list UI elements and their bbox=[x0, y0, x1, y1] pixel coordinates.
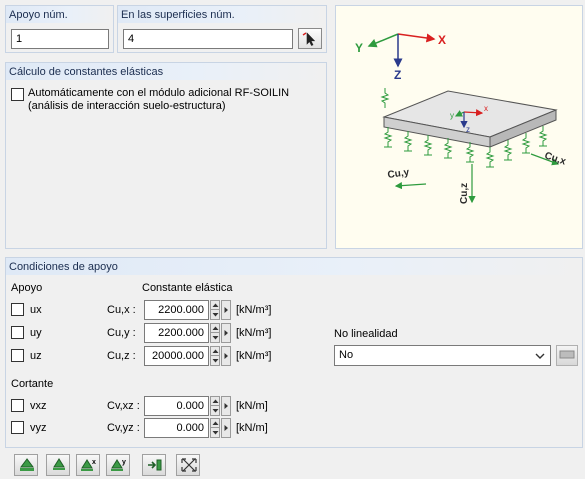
support-conditions-group: Condiciones de apoyo Apoyo Constante elá… bbox=[5, 257, 583, 448]
x-axis-arrow bbox=[397, 33, 436, 43]
arrow-right-icon bbox=[224, 425, 228, 431]
nonlinearity-label: No linealidad bbox=[334, 328, 398, 340]
arrow-right-icon bbox=[224, 307, 228, 313]
cuz-menu-button[interactable] bbox=[221, 346, 231, 366]
vyz-label: vyz bbox=[30, 422, 47, 434]
nonlinearity-select[interactable]: No bbox=[334, 345, 551, 366]
support-y-button[interactable]: y bbox=[106, 454, 130, 476]
uy-checkbox[interactable] bbox=[11, 326, 24, 339]
cuy-spinner[interactable] bbox=[210, 323, 220, 343]
support-no-field[interactable]: 1 bbox=[11, 29, 109, 49]
vyz-checkbox[interactable] bbox=[11, 421, 24, 434]
cuy-menu-button[interactable] bbox=[221, 323, 231, 343]
cuy-label: Cu,y bbox=[387, 167, 410, 181]
on-surfaces-label: En las superficies núm. bbox=[118, 6, 326, 23]
cvxz-spinner[interactable] bbox=[210, 396, 220, 416]
cux-label: Cu,x : bbox=[107, 304, 136, 316]
y-axis-label: Y bbox=[355, 41, 363, 55]
support-column-header: Apoyo bbox=[11, 282, 43, 294]
reset-button[interactable] bbox=[176, 454, 200, 476]
cux-spinner[interactable] bbox=[210, 300, 220, 320]
auto-soilin-checkbox[interactable] bbox=[11, 88, 24, 101]
surfaces-field[interactable]: 4 bbox=[123, 29, 293, 49]
support-no-label: Apoyo núm. bbox=[6, 6, 113, 23]
uy-label: uy bbox=[30, 327, 42, 339]
pick-surfaces-button[interactable] bbox=[298, 28, 322, 49]
nonlinearity-value: No bbox=[339, 349, 354, 361]
support-diagram: X Y Z x y z Cu,y Cu,x Cu,z bbox=[335, 5, 583, 249]
cvxz-unit: [kN/m] bbox=[236, 400, 268, 412]
cuz-label: Cu,z bbox=[459, 183, 470, 204]
shear-header: Cortante bbox=[11, 378, 54, 390]
import-arrow-icon bbox=[148, 459, 162, 471]
cvyz-label: Cv,yz : bbox=[107, 422, 140, 434]
cvyz-menu-button[interactable] bbox=[221, 418, 231, 438]
cux-menu-button[interactable] bbox=[221, 300, 231, 320]
svg-text:x: x bbox=[92, 459, 96, 466]
import-button[interactable] bbox=[142, 454, 166, 476]
local-z-label: z bbox=[466, 125, 470, 134]
on-surfaces-group: En las superficies núm. 4 bbox=[117, 5, 327, 53]
cuz-unit: [kN/m³] bbox=[236, 350, 272, 362]
uz-checkbox[interactable] bbox=[11, 349, 24, 362]
support-y-icon: y bbox=[111, 459, 126, 471]
local-y-label: y bbox=[450, 111, 454, 120]
support-x-icon: x bbox=[81, 459, 96, 471]
cvxz-menu-button[interactable] bbox=[221, 396, 231, 416]
elastic-foundation-illustration: X Y Z x y z Cu,y Cu,x Cu,z bbox=[355, 33, 567, 204]
auto-soilin-sublabel: (análisis de interacción suelo-estructur… bbox=[28, 100, 226, 112]
support-all-button[interactable] bbox=[14, 454, 38, 476]
edit-icon bbox=[559, 350, 575, 359]
ux-label: ux bbox=[30, 304, 42, 316]
cux-unit: [kN/m³] bbox=[236, 304, 272, 316]
arrow-right-icon bbox=[224, 353, 228, 359]
local-x-label: x bbox=[484, 104, 488, 113]
cuz-label: Cu,z : bbox=[107, 350, 136, 362]
cvyz-input[interactable]: 0.000 bbox=[144, 418, 209, 438]
support-fixed-icon bbox=[20, 458, 34, 471]
cuy-unit: [kN/m³] bbox=[236, 327, 272, 339]
arrow-right-icon bbox=[224, 330, 228, 336]
ux-checkbox[interactable] bbox=[11, 303, 24, 316]
elastic-constants-title: Cálculo de constantes elásticas bbox=[6, 63, 326, 80]
x-axis-label: X bbox=[438, 33, 446, 47]
elastic-constants-group: Cálculo de constantes elásticas Automáti… bbox=[5, 62, 327, 249]
cuy-input[interactable]: 2200.000 bbox=[144, 323, 209, 343]
support-conditions-title: Condiciones de apoyo bbox=[6, 258, 582, 275]
auto-soilin-label[interactable]: Automáticamente con el módulo adicional … bbox=[28, 87, 289, 99]
cuy-label: Cu,y : bbox=[107, 327, 136, 339]
cvxz-input[interactable]: 0.000 bbox=[144, 396, 209, 416]
svg-text:y: y bbox=[122, 459, 126, 466]
cvyz-spinner[interactable] bbox=[210, 418, 220, 438]
cuz-input[interactable]: 20000.000 bbox=[144, 346, 209, 366]
nonlinearity-edit-button[interactable] bbox=[556, 345, 578, 366]
z-axis-label: Z bbox=[394, 68, 401, 82]
arrow-right-icon bbox=[224, 403, 228, 409]
support-free-button[interactable] bbox=[46, 454, 70, 476]
support-hinged-icon bbox=[53, 458, 65, 470]
cuz-spinner[interactable] bbox=[210, 346, 220, 366]
expand-arrows-icon bbox=[181, 458, 197, 472]
uz-label: uz bbox=[30, 350, 42, 362]
cvxz-label: Cv,xz : bbox=[107, 400, 140, 412]
cux-label: Cu,x bbox=[543, 150, 567, 167]
constant-column-header: Constante elástica bbox=[142, 282, 233, 294]
cvyz-unit: [kN/m] bbox=[236, 422, 268, 434]
support-x-button[interactable]: x bbox=[76, 454, 100, 476]
vxz-label: vxz bbox=[30, 400, 47, 412]
vxz-checkbox[interactable] bbox=[11, 399, 24, 412]
chevron-down-icon bbox=[535, 353, 545, 359]
support-no-group: Apoyo núm. 1 bbox=[5, 5, 114, 53]
cuy-arrow bbox=[394, 182, 427, 190]
cursor-pick-icon bbox=[302, 32, 316, 46]
y-axis-arrow bbox=[367, 33, 399, 48]
cux-input[interactable]: 2200.000 bbox=[144, 300, 209, 320]
